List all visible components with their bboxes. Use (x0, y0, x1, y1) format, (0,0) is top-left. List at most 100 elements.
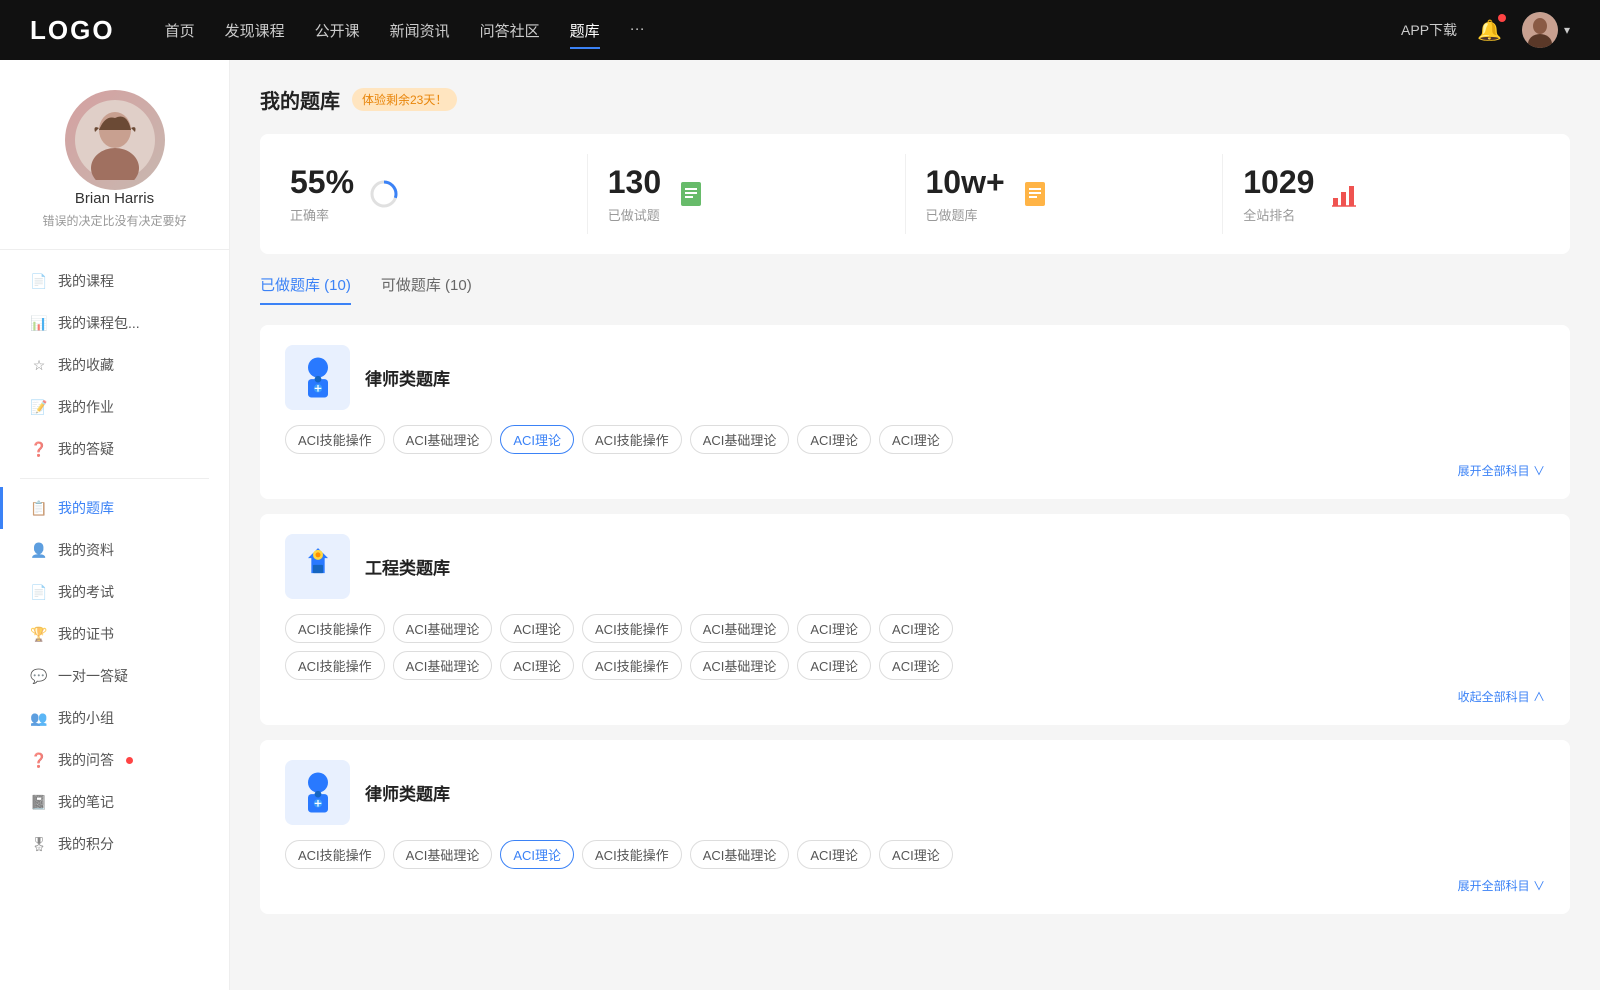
nav-item-问答社区[interactable]: 问答社区 (480, 16, 540, 45)
tag[interactable]: ACI基础理论 (393, 425, 493, 454)
tag[interactable]: ACI技能操作 (285, 614, 385, 643)
nav-item-发现课程[interactable]: 发现课程 (225, 16, 285, 45)
tag[interactable]: ACI理论 (879, 425, 953, 454)
nav-item-公开课[interactable]: 公开课 (315, 16, 360, 45)
tag[interactable]: ACI基础理论 (690, 425, 790, 454)
tags-row-2: ACI技能操作ACI基础理论ACI理论ACI技能操作ACI基础理论ACI理论AC… (285, 651, 1545, 680)
tab-可做题库 (10)[interactable]: 可做题库 (10) (381, 274, 472, 305)
tag[interactable]: ACI技能操作 (285, 840, 385, 869)
menu-icon-我的资料: 👤 (30, 541, 48, 559)
tag[interactable]: ACI理论 (500, 614, 574, 643)
nav-item-题库[interactable]: 题库 (570, 16, 600, 45)
page-header: 我的题库 体验剩余23天！ (260, 85, 1570, 114)
menu-label: 我的题库 (58, 498, 114, 518)
stat-value: 130 (608, 164, 661, 201)
menu-item-我的问答[interactable]: ❓ 我的问答 (0, 739, 229, 781)
tag[interactable]: ACI基础理论 (690, 651, 790, 680)
tag[interactable]: ACI基础理论 (690, 840, 790, 869)
stat-label: 已做题库 (926, 205, 1005, 224)
menu-icon-我的笔记: 📓 (30, 793, 48, 811)
menu-item-我的课程[interactable]: 📄 我的课程 (0, 260, 229, 302)
user-avatar-button[interactable]: ▾ (1522, 12, 1570, 48)
menu-label: 我的收藏 (58, 355, 114, 375)
qbank-header: 律师类题库 (285, 760, 1545, 825)
tag[interactable]: ACI技能操作 (582, 425, 682, 454)
expand-link[interactable]: 展开全部科目 ∨ (285, 877, 1545, 894)
menu-label: 我的考试 (58, 582, 114, 602)
menu-item-我的作业[interactable]: 📝 我的作业 (0, 386, 229, 428)
menu-item-我的收藏[interactable]: ☆ 我的收藏 (0, 344, 229, 386)
nav-item-首页[interactable]: 首页 (165, 16, 195, 45)
tag[interactable]: ACI技能操作 (582, 651, 682, 680)
profile-avatar (65, 90, 165, 190)
stat-label: 已做试题 (608, 205, 661, 224)
menu-label: 我的资料 (58, 540, 114, 560)
qbank-title: 工程类题库 (365, 554, 450, 579)
menu-icon-一对一答疑: 💬 (30, 667, 48, 685)
tag[interactable]: ACI理论 (797, 425, 871, 454)
menu-icon-我的课程包...: 📊 (30, 314, 48, 332)
header-right: APP下载 🔔 ▾ (1401, 12, 1570, 48)
notification-bell[interactable]: 🔔 (1477, 18, 1502, 43)
tag[interactable]: ACI基础理论 (393, 651, 493, 680)
tag[interactable]: ACI技能操作 (582, 614, 682, 643)
menu-item-我的资料[interactable]: 👤 我的资料 (0, 529, 229, 571)
tag[interactable]: ACI理论 (797, 651, 871, 680)
menu-item-我的题库[interactable]: 📋 我的题库 (0, 487, 229, 529)
qbank-title: 律师类题库 (365, 780, 450, 805)
tag[interactable]: ACI理论 (500, 651, 574, 680)
tag[interactable]: ACI理论 (879, 840, 953, 869)
tag[interactable]: ACI理论 (879, 614, 953, 643)
stat-item-已做题库: 10w+ 已做题库 (906, 154, 1224, 234)
nav-item-···[interactable]: ··· (630, 16, 645, 45)
tag[interactable]: ACI基础理论 (393, 614, 493, 643)
main-nav: 首页 发现课程 公开课 新闻资讯 问答社区 题库 ··· (165, 16, 1401, 45)
app-download-link[interactable]: APP下载 (1401, 20, 1457, 40)
tag[interactable]: ACI技能操作 (582, 840, 682, 869)
menu-icon-我的课程: 📄 (30, 272, 48, 290)
stat-icon-doc_yellow (1017, 176, 1053, 212)
stat-item-全站排名: 1029 全站排名 (1223, 154, 1540, 234)
tag[interactable]: ACI理论 (500, 840, 574, 869)
tag[interactable]: ACI技能操作 (285, 425, 385, 454)
header: LOGO 首页 发现课程 公开课 新闻资讯 问答社区 题库 ··· APP下载 🔔 ▾ (0, 0, 1600, 60)
qbank-card-1: 工程类题库 ACI技能操作ACI基础理论ACI理论ACI技能操作ACI基础理论A… (260, 514, 1570, 725)
tag[interactable]: ACI理论 (879, 651, 953, 680)
menu-item-我的小组[interactable]: 👥 我的小组 (0, 697, 229, 739)
menu-item-一对一答疑[interactable]: 💬 一对一答疑 (0, 655, 229, 697)
stat-icon-doc_green (673, 176, 709, 212)
menu-label: 我的作业 (58, 397, 114, 417)
profile-name: Brian Harris (75, 190, 154, 207)
stat-value: 10w+ (926, 164, 1005, 201)
menu-icon-我的小组: 👥 (30, 709, 48, 727)
stat-value: 55% (290, 164, 354, 201)
tag[interactable]: ACI技能操作 (285, 651, 385, 680)
qbanks-container: 律师类题库 ACI技能操作ACI基础理论ACI理论ACI技能操作ACI基础理论A… (260, 325, 1570, 914)
nav-item-新闻资讯[interactable]: 新闻资讯 (390, 16, 450, 45)
menu-item-我的笔记[interactable]: 📓 我的笔记 (0, 781, 229, 823)
qbank-header: 工程类题库 (285, 534, 1545, 599)
sidebar-menu: 📄 我的课程 📊 我的课程包... ☆ 我的收藏 📝 我的作业 ❓ 我的答疑 📋… (0, 250, 229, 875)
sidebar: Brian Harris 错误的决定比没有决定要好 📄 我的课程 📊 我的课程包… (0, 60, 230, 990)
page-title: 我的题库 (260, 85, 340, 114)
tag[interactable]: ACI基础理论 (690, 614, 790, 643)
menu-item-我的课程包...[interactable]: 📊 我的课程包... (0, 302, 229, 344)
tag[interactable]: ACI理论 (500, 425, 574, 454)
logo: LOGO (30, 15, 115, 46)
menu-label: 一对一答疑 (58, 666, 128, 686)
stat-item-已做试题: 130 已做试题 (588, 154, 906, 234)
tag[interactable]: ACI基础理论 (393, 840, 493, 869)
tab-已做题库 (10)[interactable]: 已做题库 (10) (260, 274, 351, 305)
tag[interactable]: ACI理论 (797, 840, 871, 869)
tag[interactable]: ACI理论 (797, 614, 871, 643)
menu-item-我的证书[interactable]: 🏆 我的证书 (0, 613, 229, 655)
expand-link[interactable]: 收起全部科目 ∧ (285, 688, 1545, 705)
menu-label: 我的证书 (58, 624, 114, 644)
stat-value: 1029 (1243, 164, 1314, 201)
menu-item-我的积分[interactable]: 🎖 我的积分 (0, 823, 229, 865)
expand-link[interactable]: 展开全部科目 ∨ (285, 462, 1545, 479)
notification-badge (1498, 14, 1506, 22)
menu-item-我的答疑[interactable]: ❓ 我的答疑 (0, 428, 229, 470)
menu-icon-我的积分: 🎖 (30, 835, 48, 853)
menu-item-我的考试[interactable]: 📄 我的考试 (0, 571, 229, 613)
